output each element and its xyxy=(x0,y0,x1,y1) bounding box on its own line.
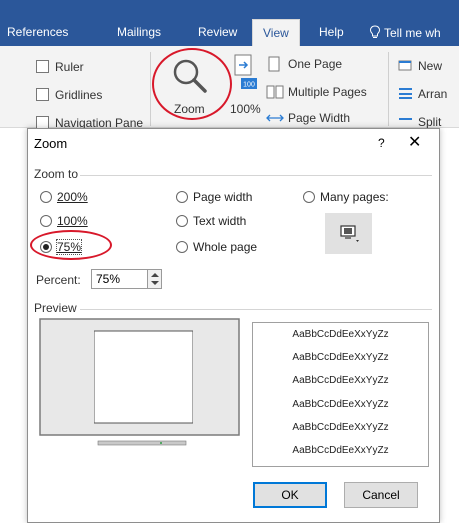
percent-input[interactable] xyxy=(91,269,148,289)
page-width-label: Page Width xyxy=(288,111,351,125)
preview-group-label: Preview xyxy=(34,301,77,315)
hundred-percent-button[interactable]: 100 100% xyxy=(222,54,262,118)
split-icon xyxy=(399,118,412,120)
dialog-title: Zoom xyxy=(34,136,68,151)
view-ribbon: Ruler Gridlines Navigation Pane Zoom 100… xyxy=(0,46,459,130)
radio-200-label: 200% xyxy=(57,190,88,204)
spinner-up-icon[interactable] xyxy=(151,273,159,277)
cancel-button[interactable]: Cancel xyxy=(344,482,418,508)
page-width-icon xyxy=(266,114,284,122)
tab-mailings[interactable]: Mailings xyxy=(117,25,161,39)
tab-view[interactable]: View xyxy=(252,19,300,46)
zoom-dialog: Zoom ? ✕ Zoom to 200% 100% 75% Page widt… xyxy=(27,128,440,523)
spinner-down-icon[interactable] xyxy=(151,281,159,285)
tell-me-label: Tell me wh xyxy=(384,26,441,40)
radio-whole-page-label: Whole page xyxy=(193,240,258,254)
ribbon-separator xyxy=(150,52,151,126)
one-page-label: One Page xyxy=(288,57,343,71)
sample-line-3: AaBbCcDdEeXxYyZz xyxy=(292,375,389,386)
radio-page-width[interactable]: Page width xyxy=(176,190,252,204)
radio-200-percent[interactable]: 200% xyxy=(40,190,88,204)
radio-100-percent[interactable]: 100% xyxy=(40,214,88,228)
tab-review[interactable]: Review xyxy=(198,25,237,39)
sample-line-4: AaBbCcDdEeXxYyZz xyxy=(292,399,389,410)
close-icon[interactable]: ✕ xyxy=(408,132,421,152)
gridlines-checkbox-box[interactable] xyxy=(36,88,49,101)
tab-help[interactable]: Help xyxy=(319,25,344,39)
ruler-label: Ruler xyxy=(55,60,84,74)
radio-text-width-label: Text width xyxy=(193,214,247,228)
lightbulb-icon xyxy=(369,25,381,38)
many-pages-picker-button[interactable] xyxy=(325,213,372,254)
sample-line-1: AaBbCcDdEeXxYyZz xyxy=(292,329,389,340)
radio-page-width-button[interactable] xyxy=(176,191,188,203)
monitor-icon xyxy=(340,225,359,242)
ribbon-separator-2 xyxy=(388,52,389,126)
gridlines-checkbox[interactable]: Gridlines xyxy=(36,88,102,102)
multiple-pages-label: Multiple Pages xyxy=(288,85,367,99)
arrange-all-label: Arran xyxy=(418,87,448,101)
percent-label: Percent: xyxy=(36,273,81,287)
radio-many-pages-button[interactable] xyxy=(303,191,315,203)
tell-me-search[interactable]: Tell me wh xyxy=(369,25,441,40)
radio-200-button[interactable] xyxy=(40,191,52,203)
help-button[interactable]: ? xyxy=(378,136,385,150)
monitor-preview-icon xyxy=(39,318,240,446)
arrange-all-icon xyxy=(399,88,412,99)
radio-whole-page[interactable]: Whole page xyxy=(176,240,257,254)
hundred-percent-label: 100% xyxy=(230,102,261,116)
gridlines-label: Gridlines xyxy=(55,88,103,102)
seventy-five-highlight-circle xyxy=(30,230,112,260)
sample-line-6: AaBbCcDdEeXxYyZz xyxy=(292,445,389,456)
group-divider xyxy=(80,175,432,176)
radio-100-button[interactable] xyxy=(40,215,52,227)
new-window-icon xyxy=(398,60,412,71)
sample-line-5: AaBbCcDdEeXxYyZz xyxy=(292,422,389,433)
radio-whole-page-button[interactable] xyxy=(176,241,188,253)
percent-spinner[interactable] xyxy=(148,269,162,289)
zoom-highlight-circle xyxy=(152,48,232,120)
one-page-icon xyxy=(268,56,280,72)
preview-monitor xyxy=(38,317,241,471)
sample-text-preview: AaBbCcDdEeXxYyZz AaBbCcDdEeXxYyZz AaBbCc… xyxy=(252,322,429,467)
ruler-checkbox-box[interactable] xyxy=(36,60,49,73)
radio-page-width-label: Page width xyxy=(193,190,253,204)
radio-text-width-button[interactable] xyxy=(176,215,188,227)
radio-many-pages[interactable]: Many pages: xyxy=(303,190,389,204)
radio-many-pages-label: Many pages: xyxy=(320,190,389,204)
radio-100-label: 100% xyxy=(57,214,88,228)
new-window-label: New xyxy=(418,59,443,73)
sample-line-2: AaBbCcDdEeXxYyZz xyxy=(292,352,389,363)
ruler-checkbox[interactable]: Ruler xyxy=(36,60,84,74)
hundred-percent-icon: 100 xyxy=(234,54,257,89)
zoom-to-group-label: Zoom to xyxy=(34,167,79,181)
hundred-icon-text: 100 xyxy=(243,82,255,89)
split-label: Split xyxy=(418,115,442,129)
multiple-pages-icon xyxy=(266,85,284,99)
ok-button[interactable]: OK xyxy=(253,482,327,508)
tab-references[interactable]: References xyxy=(7,25,68,39)
preview-divider xyxy=(80,309,432,310)
ribbon-tab-bar: References Mailings Review View Help Tel… xyxy=(0,0,459,46)
radio-text-width[interactable]: Text width xyxy=(176,214,246,228)
